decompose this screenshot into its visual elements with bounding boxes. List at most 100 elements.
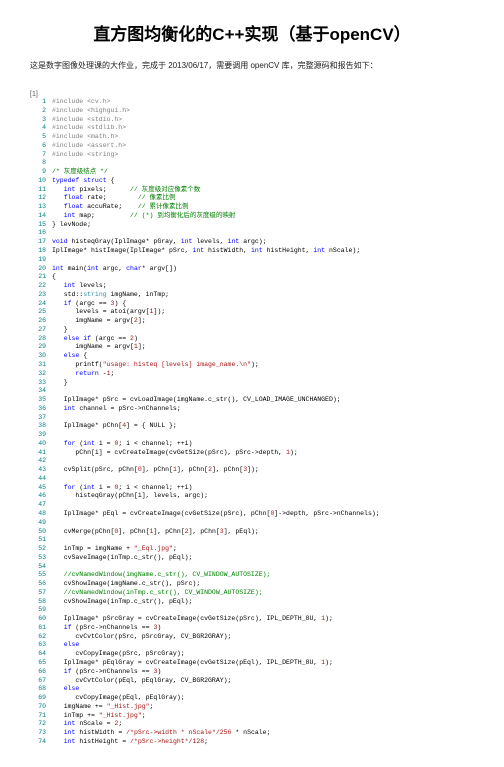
line-code: cvCvtColor(pSrc, pSrcGray, CV_BGR2GRAY); bbox=[52, 633, 231, 640]
line-number: 64 bbox=[30, 650, 46, 659]
code-line: 32 return -1; bbox=[30, 370, 474, 379]
line-number: 61 bbox=[30, 624, 46, 633]
code-line: 34 bbox=[30, 387, 474, 396]
line-code bbox=[52, 431, 56, 438]
line-code bbox=[52, 563, 56, 570]
line-number: 58 bbox=[30, 598, 46, 607]
line-code: imgName += "_Hist.jpg"; bbox=[52, 703, 153, 710]
code-line: 59 bbox=[30, 606, 474, 615]
code-line: 53 cvSaveImage(inTmp.c_str(), pEql); bbox=[30, 554, 474, 563]
code-line: 48 IplImage* pEql = cvCreateImage(cvGetS… bbox=[30, 510, 474, 519]
line-number: 68 bbox=[30, 685, 46, 694]
code-line: 25 levels = atoi(argv[1]); bbox=[30, 308, 474, 317]
line-code: cvSplit(pSrc, pChn[0], pChn[1], pChn[2],… bbox=[52, 466, 259, 473]
line-code: /* 灰度级结点 */ bbox=[52, 168, 108, 175]
line-number: 41 bbox=[30, 449, 46, 458]
code-line: 41 pChn[i] = cvCreateImage(cvGetSize(pSr… bbox=[30, 449, 474, 458]
code-line: 35 IplImage* pSrc = cvLoadImage(imgName.… bbox=[30, 396, 474, 405]
line-number: 62 bbox=[30, 633, 46, 642]
line-number: 21 bbox=[30, 273, 46, 282]
code-line: 9 /* 灰度级结点 */ bbox=[30, 168, 474, 177]
line-code: #include <stdio.h> bbox=[52, 116, 122, 123]
code-line: 47 bbox=[30, 501, 474, 510]
line-number: 69 bbox=[30, 694, 46, 703]
code-line: 45 for (int i = 0; i < channel; ++i) bbox=[30, 484, 474, 493]
line-code: IplImage* pEql = cvCreateImage(cvGetSize… bbox=[52, 510, 380, 517]
line-number: 46 bbox=[30, 492, 46, 501]
line-code bbox=[52, 414, 56, 421]
code-line: 51 bbox=[30, 536, 474, 545]
line-number: 8 bbox=[30, 159, 46, 168]
line-code: else if (argc == 2) bbox=[52, 335, 138, 342]
line-number: 14 bbox=[30, 212, 46, 221]
line-code: IplImage* pSrc = cvLoadImage(imgName.c_s… bbox=[52, 396, 341, 403]
code-line: 19 bbox=[30, 256, 474, 265]
line-number: 27 bbox=[30, 326, 46, 335]
code-line: 29 imgName = argv[1]; bbox=[30, 343, 474, 352]
code-line: 73 int histWidth = /*pSrc->width * nScal… bbox=[30, 729, 474, 738]
line-code bbox=[52, 159, 56, 166]
line-number: 24 bbox=[30, 300, 46, 309]
line-number: 48 bbox=[30, 510, 46, 519]
line-number: 39 bbox=[30, 431, 46, 440]
line-code bbox=[52, 519, 56, 526]
intro-text: 这是数字图像处理课的大作业，完成于 2013/06/17，需要调用 openCV… bbox=[30, 60, 474, 71]
code-line: 13 float accuRate; // 累计像素比例 bbox=[30, 203, 474, 212]
line-number: 15 bbox=[30, 221, 46, 230]
line-code bbox=[52, 229, 56, 236]
code-line: 40 for (int i = 0; i < channel; ++i) bbox=[30, 440, 474, 449]
line-number: 5 bbox=[30, 133, 46, 142]
code-line: 50 cvMerge(pChn[0], pChn[1], pChn[2], pC… bbox=[30, 528, 474, 537]
code-line: 65 IplImage* pEqlGray = cvCreateImage(cv… bbox=[30, 659, 474, 668]
line-number: 53 bbox=[30, 554, 46, 563]
line-number: 3 bbox=[30, 116, 46, 125]
line-code: IplImage* histImage(IplImage* pSrc, int … bbox=[52, 247, 360, 254]
line-number: 23 bbox=[30, 291, 46, 300]
line-code: //cvNamedWindow(imgName.c_str(), CV_WIND… bbox=[52, 571, 270, 578]
line-number: 49 bbox=[30, 519, 46, 528]
code-line: 60 IplImage* pSrcGray = cvCreateImage(cv… bbox=[30, 615, 474, 624]
line-number: 66 bbox=[30, 668, 46, 677]
code-line: 21{ bbox=[30, 273, 474, 282]
line-code: #include <string> bbox=[52, 151, 118, 158]
line-code: cvCopyImage(pSrc, pSrcGray); bbox=[52, 650, 185, 657]
line-number: 47 bbox=[30, 501, 46, 510]
line-code: std::string imgName, inTmp; bbox=[52, 291, 169, 298]
line-code: histeqGray(pChn[i], levels, argc); bbox=[52, 492, 208, 499]
line-code: return -1; bbox=[52, 370, 114, 377]
code-line: 62 cvCvtColor(pSrc, pSrcGray, CV_BGR2GRA… bbox=[30, 633, 474, 642]
code-line: 12 float rate; // 像素比例 bbox=[30, 194, 474, 203]
code-line: 55 //cvNamedWindow(imgName.c_str(), CV_W… bbox=[30, 571, 474, 580]
code-line: 56 cvShowImage(imgName.c_str(), pSrc); bbox=[30, 580, 474, 589]
line-number: 20 bbox=[30, 265, 46, 274]
line-code: void histeqGray(IplImage* pGray, int lev… bbox=[52, 238, 267, 245]
code-line: 44 bbox=[30, 475, 474, 484]
code-line: 16 bbox=[30, 229, 474, 238]
line-number: 45 bbox=[30, 484, 46, 493]
line-code: pChn[i] = cvCreateImage(cvGetSize(pSrc),… bbox=[52, 449, 298, 456]
line-code: float accuRate; // 累计像素比例 bbox=[52, 203, 189, 210]
line-number: 19 bbox=[30, 256, 46, 265]
line-code: int pixels; // 灰度级对应像素个数 bbox=[52, 186, 200, 193]
line-number: 65 bbox=[30, 659, 46, 668]
line-code: levels = atoi(argv[1]); bbox=[52, 308, 165, 315]
line-number: 13 bbox=[30, 203, 46, 212]
line-number: 16 bbox=[30, 229, 46, 238]
code-line: 64 cvCopyImage(pSrc, pSrcGray); bbox=[30, 650, 474, 659]
line-code: typedef struct { bbox=[52, 177, 114, 184]
code-line: 8 bbox=[30, 159, 474, 168]
line-number: 11 bbox=[30, 186, 46, 195]
code-line: 4#include <stdlib.h> bbox=[30, 124, 474, 133]
code-line: 69 cvCopyImage(pEql, pEqlGray); bbox=[30, 694, 474, 703]
code-line: 54 bbox=[30, 563, 474, 572]
code-line: 72 int nScale = 2; bbox=[30, 720, 474, 729]
line-number: 32 bbox=[30, 370, 46, 379]
code-line: 28 else if (argc == 2) bbox=[30, 335, 474, 344]
line-number: 59 bbox=[30, 606, 46, 615]
line-code: IplImage* pChn[4] = { NULL }; bbox=[52, 422, 177, 429]
line-number: 36 bbox=[30, 405, 46, 414]
line-number: 9 bbox=[30, 168, 46, 177]
code-block: 1#include <cv.h>2#include <highgui.h>3#i… bbox=[30, 98, 474, 747]
line-code: int nScale = 2; bbox=[52, 720, 122, 727]
line-number: 10 bbox=[30, 177, 46, 186]
